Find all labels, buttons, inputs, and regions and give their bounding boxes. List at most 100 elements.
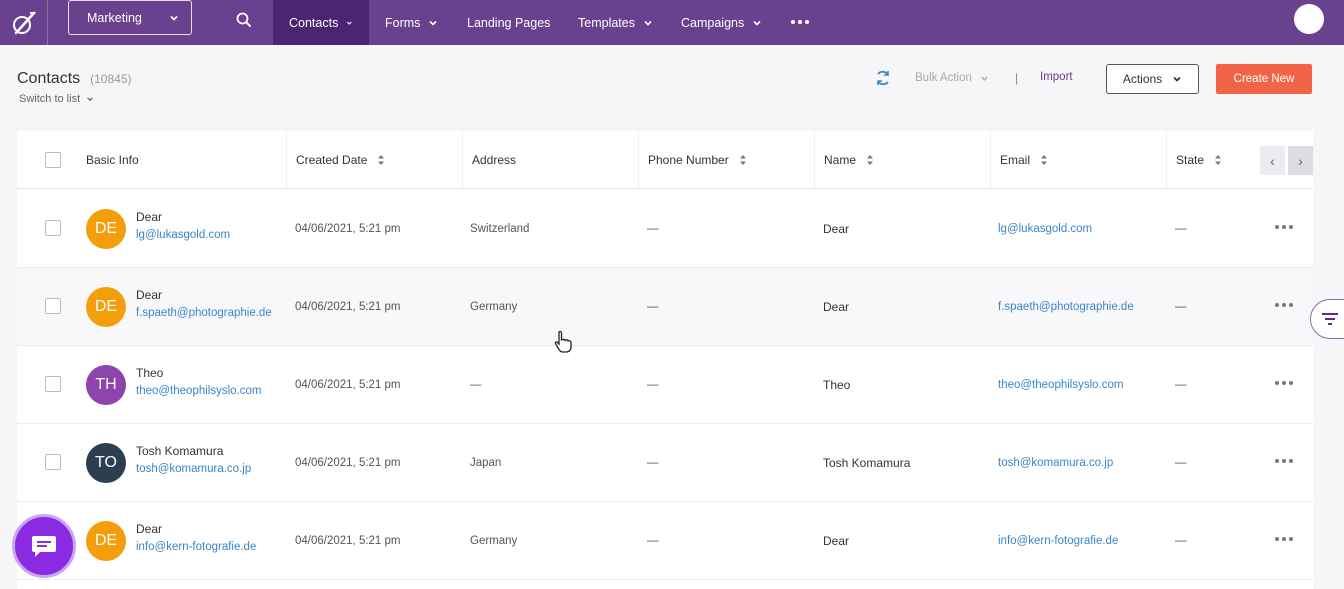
contact-email[interactable]: info@kern-fotografie.de — [136, 541, 256, 553]
email-link[interactable]: info@kern-fotografie.de — [998, 502, 1118, 579]
scroll-left-button[interactable]: ‹ — [1260, 146, 1285, 175]
avatar: TO — [86, 443, 126, 483]
state: — — [1175, 378, 1187, 391]
more-dot — [1289, 537, 1293, 541]
chevron-down-icon — [170, 15, 178, 21]
column-header-state[interactable]: State — [1167, 131, 1257, 189]
more-dot — [1275, 225, 1279, 229]
more-dot — [1289, 381, 1293, 385]
row-more-button[interactable] — [1275, 381, 1293, 385]
sort-icon[interactable] — [377, 154, 385, 166]
phone-number: — — [647, 456, 659, 469]
app-logo[interactable] — [0, 0, 48, 45]
phone-number: — — [647, 534, 659, 547]
column-header-phone-number[interactable]: Phone Number — [639, 131, 815, 189]
page-title: Contacts (10845) — [17, 70, 132, 88]
more-dot — [1275, 459, 1279, 463]
table-row[interactable]: DE Dear f.spaeth@photographie.de 04/06/2… — [17, 268, 1313, 346]
chevron-down-icon — [981, 76, 988, 81]
contact-email[interactable]: tosh@komamura.co.jp — [136, 463, 251, 475]
more-dot — [1289, 459, 1293, 463]
bulk-action-label: Bulk Action — [915, 72, 972, 84]
row-checkbox[interactable] — [45, 454, 61, 470]
switch-to-list[interactable]: Switch to list — [19, 93, 94, 105]
chevron-down-icon — [347, 21, 353, 25]
workspace-select[interactable]: Marketing — [68, 0, 192, 35]
import-link[interactable]: Import — [1040, 71, 1073, 83]
email-link[interactable]: tosh@komamura.co.jp — [998, 424, 1113, 501]
row-checkbox[interactable] — [45, 220, 61, 236]
basic-info: Tosh Komamura tosh@komamura.co.jp — [136, 444, 251, 475]
divider: | — [1015, 71, 1019, 85]
search-button[interactable] — [232, 8, 256, 32]
create-new-button[interactable]: Create New — [1216, 64, 1312, 94]
more-dot — [1282, 381, 1286, 385]
contact-name[interactable]: Dear — [136, 288, 272, 302]
more-dot — [1282, 459, 1286, 463]
column-header-address: Address — [463, 131, 639, 189]
nav-forms[interactable]: Forms — [369, 0, 454, 45]
sort-icon[interactable] — [1040, 154, 1048, 166]
column-header-label: Email — [1000, 153, 1031, 167]
state: — — [1175, 456, 1187, 469]
contact-email[interactable]: f.spaeth@photographie.de — [136, 307, 272, 319]
table-row[interactable]: DE Dear info@kern-fotografie.de 04/06/20… — [17, 502, 1313, 580]
sort-icon[interactable] — [866, 154, 874, 166]
contact-name[interactable]: Tosh Komamura — [136, 444, 251, 458]
avatar: DE — [86, 287, 126, 327]
select-all-checkbox[interactable] — [45, 152, 61, 168]
column-header-created-date[interactable]: Created Date — [287, 131, 463, 189]
created-date: 04/06/2021, 5:21 pm — [295, 534, 401, 547]
row-more-button[interactable] — [1275, 537, 1293, 541]
contact-name[interactable]: Dear — [136, 522, 256, 536]
sort-icon[interactable] — [1214, 154, 1222, 166]
table-row[interactable]: TH Theo theo@theophilsyslo.com 04/06/202… — [17, 346, 1313, 424]
scroll-right-button[interactable]: › — [1288, 146, 1313, 175]
actions-button[interactable]: Actions — [1106, 64, 1199, 94]
bulk-action-dropdown[interactable]: Bulk Action — [915, 72, 989, 84]
contact-name[interactable]: Theo — [136, 366, 261, 380]
table-header: Basic Info Created Date Address Phone Nu… — [17, 131, 1313, 189]
sort-icon[interactable] — [739, 154, 747, 166]
avatar: DE — [86, 521, 126, 561]
row-more-button[interactable] — [1275, 303, 1293, 307]
column-header-email[interactable]: Email — [991, 131, 1167, 189]
chat-launcher-button[interactable] — [12, 514, 76, 578]
basic-info: Dear f.spaeth@photographie.de — [136, 288, 272, 319]
email-link[interactable]: f.spaeth@photographie.de — [998, 268, 1134, 345]
row-checkbox[interactable] — [45, 376, 61, 392]
nav-contacts[interactable]: Contacts — [273, 0, 369, 45]
email-link[interactable]: theo@theophilsyslo.com — [998, 346, 1123, 423]
phone-number: — — [647, 222, 659, 235]
filter-panel-toggle[interactable] — [1310, 299, 1344, 339]
contact-name[interactable]: Dear — [136, 210, 230, 224]
row-more-button[interactable] — [1275, 225, 1293, 229]
table-row[interactable]: TO Tosh Komamura tosh@komamura.co.jp 04/… — [17, 424, 1313, 502]
row-checkbox[interactable] — [45, 298, 61, 314]
row-more-button[interactable] — [1275, 459, 1293, 463]
contacts-table: Basic Info Created Date Address Phone Nu… — [17, 131, 1313, 589]
contact-email[interactable]: theo@theophilsyslo.com — [136, 385, 261, 397]
nav-campaigns[interactable]: Campaigns — [665, 0, 778, 45]
nav-landing-pages[interactable]: Landing Pages — [451, 0, 566, 45]
column-header-name[interactable]: Name — [815, 131, 991, 189]
created-date: 04/06/2021, 5:21 pm — [295, 300, 401, 313]
display-name: Dear — [823, 533, 850, 548]
chevron-down-icon — [1173, 76, 1181, 82]
display-name: Dear — [823, 221, 850, 236]
more-dot — [791, 20, 795, 24]
nav-more-button[interactable] — [788, 12, 812, 32]
nav-templates[interactable]: Templates — [562, 0, 669, 45]
chevron-down-icon — [644, 20, 652, 26]
email-link[interactable]: lg@lukasgold.com — [998, 190, 1092, 267]
table-row[interactable]: DE Dear lg@lukasgold.com 04/06/2021, 5:2… — [17, 190, 1313, 268]
state: — — [1175, 534, 1187, 547]
display-name: Tosh Komamura — [823, 455, 911, 470]
more-dot — [1275, 537, 1279, 541]
user-avatar[interactable] — [1294, 4, 1324, 34]
chevron-right-icon: › — [1298, 152, 1303, 169]
column-header-basic-info: Basic Info — [77, 131, 287, 189]
column-header-label: Created Date — [296, 153, 368, 167]
contact-email[interactable]: lg@lukasgold.com — [136, 229, 230, 241]
refresh-icon[interactable] — [874, 69, 892, 87]
